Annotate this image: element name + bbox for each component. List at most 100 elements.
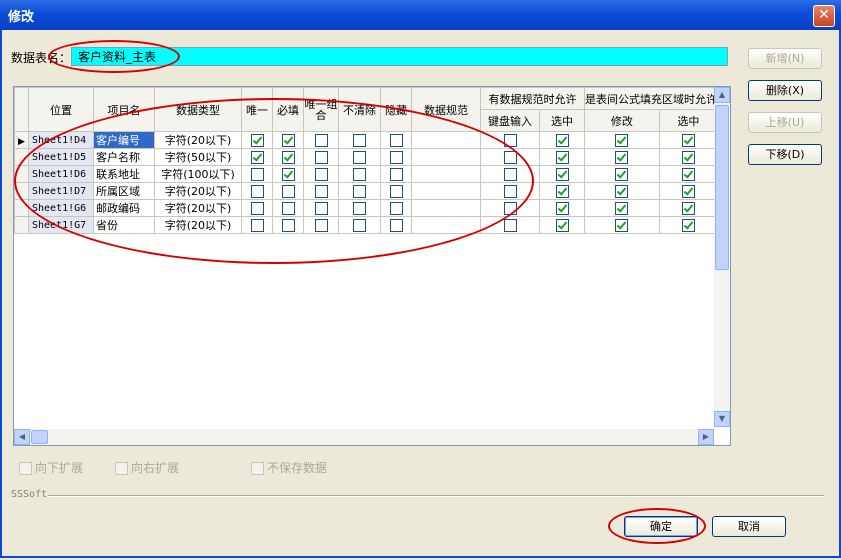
cell-item-name[interactable]: 所属区域 xyxy=(93,182,155,200)
cell-checkbox[interactable] xyxy=(658,182,719,200)
checkbox[interactable] xyxy=(281,201,295,215)
checkbox[interactable] xyxy=(353,201,366,215)
cell-checkbox[interactable] xyxy=(380,199,412,217)
checkbox[interactable] xyxy=(281,184,295,198)
cell-checkbox[interactable] xyxy=(241,182,273,200)
cell-data-type[interactable]: 字符(50以下) xyxy=(154,148,242,166)
cell-checkbox[interactable] xyxy=(480,148,540,166)
cell-checkbox[interactable] xyxy=(539,182,585,200)
checkbox[interactable] xyxy=(615,201,629,215)
cell-checkbox[interactable] xyxy=(338,182,381,200)
horizontal-scroll-thumb[interactable] xyxy=(31,430,48,444)
cell-checkbox[interactable] xyxy=(539,216,585,234)
no-save-data-checkbox[interactable]: 不保存数据 xyxy=(251,459,327,476)
checkbox[interactable] xyxy=(314,150,328,164)
cell-checkbox[interactable] xyxy=(303,199,339,217)
cell-checkbox[interactable] xyxy=(272,199,304,217)
cell-checkbox[interactable] xyxy=(480,216,540,234)
row-indicator[interactable] xyxy=(14,199,29,217)
cell-checkbox[interactable] xyxy=(539,131,585,149)
checkbox[interactable] xyxy=(250,133,264,147)
table-row[interactable]: Sheet1!D5 客户名称 字符(50以下) xyxy=(14,148,719,166)
checkbox[interactable] xyxy=(250,218,264,232)
checkbox[interactable] xyxy=(681,133,695,147)
table-row[interactable]: Sheet1!G6 邮政编码 字符(20以下) xyxy=(14,199,719,217)
cell-checkbox[interactable] xyxy=(480,182,540,200)
table-row[interactable]: Sheet1!D6 联系地址 字符(100以下) xyxy=(14,165,719,183)
checkbox[interactable] xyxy=(314,201,328,215)
cell-position[interactable]: Sheet1!D6 xyxy=(28,165,94,183)
cell-checkbox[interactable] xyxy=(658,131,719,149)
checkbox[interactable] xyxy=(503,167,517,181)
cell-checkbox[interactable] xyxy=(338,148,381,166)
checkbox[interactable] xyxy=(503,218,517,232)
cell-item-name[interactable]: 客户名称 xyxy=(93,148,155,166)
checkbox[interactable] xyxy=(555,150,569,164)
cell-checkbox[interactable] xyxy=(338,131,381,149)
checkbox[interactable] xyxy=(353,133,366,147)
cell-checkbox[interactable] xyxy=(584,131,660,149)
checkbox[interactable] xyxy=(314,133,328,147)
checkbox[interactable] xyxy=(681,218,695,232)
checkbox[interactable] xyxy=(681,184,695,198)
expand-down-checkbox[interactable]: 向下扩展 xyxy=(19,459,83,476)
row-indicator[interactable] xyxy=(14,216,29,234)
checkbox[interactable] xyxy=(503,133,517,147)
checkbox[interactable] xyxy=(314,218,328,232)
checkbox[interactable] xyxy=(353,184,366,198)
cell-item-name[interactable]: 邮政编码 xyxy=(93,199,155,217)
table-row[interactable]: ▶ Sheet1!D4 客户编号 字符(20以下) xyxy=(14,131,719,149)
cell-checkbox[interactable] xyxy=(539,148,585,166)
cell-checkbox[interactable] xyxy=(338,199,381,217)
checkbox[interactable] xyxy=(353,167,366,181)
table-row[interactable]: Sheet1!G7 省份 字符(20以下) xyxy=(14,216,719,234)
cell-checkbox[interactable] xyxy=(380,165,412,183)
checkbox[interactable] xyxy=(281,133,295,147)
cell-checkbox[interactable] xyxy=(303,182,339,200)
checkbox[interactable] xyxy=(389,150,403,164)
scroll-up-icon[interactable]: ▲ xyxy=(714,87,730,103)
checkbox[interactable] xyxy=(389,218,403,232)
cell-checkbox[interactable] xyxy=(480,199,540,217)
cell-data-spec[interactable] xyxy=(411,182,481,200)
cell-checkbox[interactable] xyxy=(658,216,719,234)
cell-checkbox[interactable] xyxy=(241,131,273,149)
checkbox[interactable] xyxy=(555,167,569,181)
expand-right-checkbox[interactable]: 向右扩展 xyxy=(115,459,179,476)
checkbox[interactable] xyxy=(250,184,264,198)
cell-checkbox[interactable] xyxy=(380,148,412,166)
checkbox[interactable] xyxy=(615,150,629,164)
cell-checkbox[interactable] xyxy=(303,148,339,166)
checkbox[interactable] xyxy=(389,201,403,215)
cell-checkbox[interactable] xyxy=(658,148,719,166)
cell-checkbox[interactable] xyxy=(303,216,339,234)
cell-checkbox[interactable] xyxy=(380,182,412,200)
checkbox[interactable] xyxy=(681,167,695,181)
cell-checkbox[interactable] xyxy=(241,216,273,234)
checkbox[interactable] xyxy=(281,218,295,232)
scroll-left-icon[interactable]: ◀ xyxy=(14,429,30,445)
cell-checkbox[interactable] xyxy=(584,216,660,234)
cell-checkbox[interactable] xyxy=(584,182,660,200)
cell-item-name[interactable]: 客户编号 xyxy=(93,131,155,149)
add-button[interactable]: 新增(N) xyxy=(748,48,822,69)
checkbox[interactable] xyxy=(281,167,295,181)
cell-position[interactable]: Sheet1!G7 xyxy=(28,216,94,234)
checkbox[interactable] xyxy=(353,150,366,164)
cell-checkbox[interactable] xyxy=(241,148,273,166)
cell-checkbox[interactable] xyxy=(480,165,540,183)
cell-checkbox[interactable] xyxy=(338,165,381,183)
row-indicator[interactable] xyxy=(14,182,29,200)
checkbox[interactable] xyxy=(615,218,629,232)
vertical-scroll-thumb[interactable] xyxy=(715,105,729,270)
checkbox[interactable] xyxy=(681,150,695,164)
table-name-input[interactable]: 客户资料_主表 xyxy=(71,47,728,66)
close-icon[interactable]: ✕ xyxy=(813,5,835,27)
cell-data-spec[interactable] xyxy=(411,131,481,149)
checkbox[interactable] xyxy=(250,167,264,181)
cell-data-type[interactable]: 字符(20以下) xyxy=(154,199,242,217)
cancel-button[interactable]: 取消 xyxy=(712,516,786,537)
cell-checkbox[interactable] xyxy=(584,199,660,217)
checkbox[interactable] xyxy=(389,184,403,198)
cell-checkbox[interactable] xyxy=(380,216,412,234)
